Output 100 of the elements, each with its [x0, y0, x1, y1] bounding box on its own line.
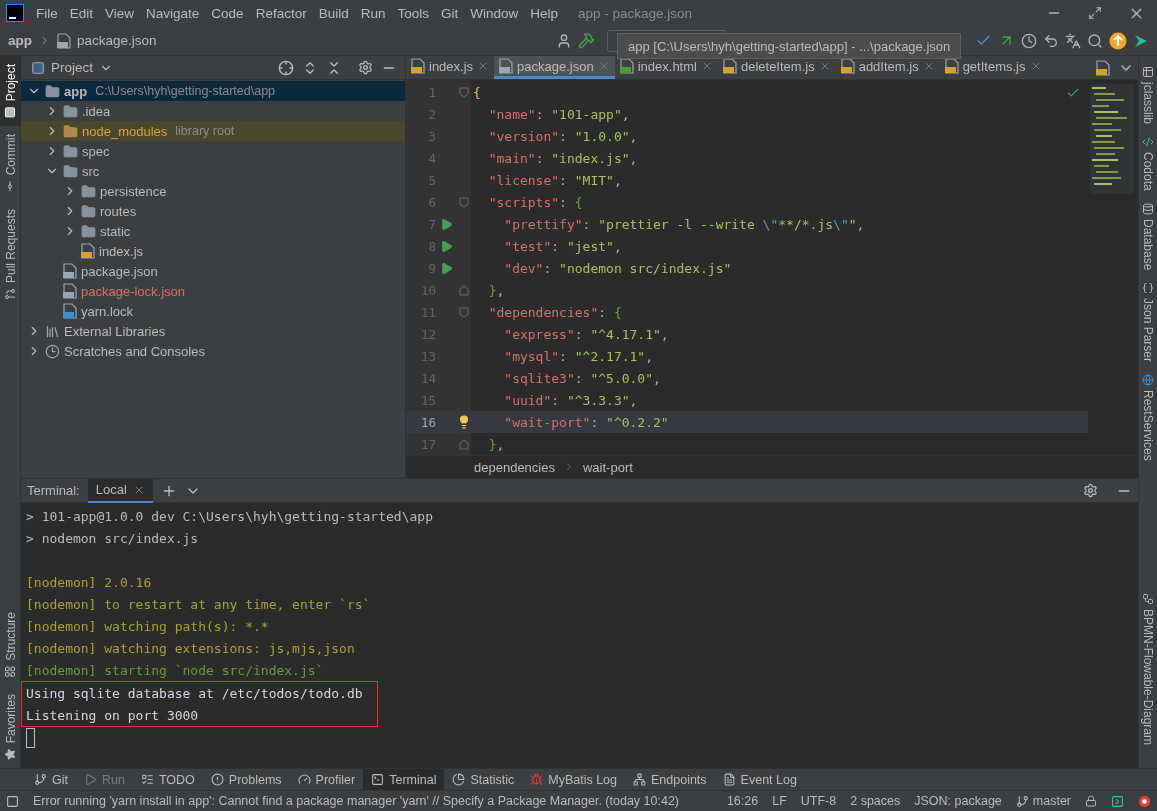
status-item[interactable]: 16:26	[726, 794, 759, 808]
tool-window-button[interactable]: Terminal	[363, 769, 445, 790]
menu-item[interactable]: Window	[464, 5, 525, 21]
menu-item[interactable]: File	[30, 5, 64, 21]
menu-item[interactable]: Tools	[391, 5, 435, 21]
terminal-line: > nodemon src/index.js	[26, 529, 200, 548]
git-branch-widget[interactable]: master	[1015, 794, 1071, 808]
editor-tab[interactable]: deleteItem.js	[717, 56, 836, 79]
tool-window-button[interactable]: Json Parser	[1139, 276, 1157, 369]
editor-tab[interactable]: getItems.js	[939, 56, 1047, 79]
breadcrumb-item[interactable]: dependencies	[474, 459, 555, 475]
terminal-title: Terminal:	[27, 483, 80, 498]
menu-item[interactable]: Edit	[63, 5, 100, 21]
code-line: "express": "^4.17.1",	[503, 326, 669, 342]
tree-label: src	[82, 163, 100, 179]
window-title: app - package.json	[578, 5, 694, 21]
tool-window-button[interactable]: RestServices	[1139, 368, 1157, 467]
editor-tab[interactable]: index.html	[614, 56, 718, 79]
menu-item[interactable]: Build	[312, 5, 355, 21]
menu-item[interactable]: View	[99, 5, 141, 21]
code-line: },	[487, 282, 505, 298]
editor-tab[interactable]: index.js	[406, 56, 495, 79]
tree-row[interactable]: persistence	[21, 181, 405, 201]
menu-item[interactable]: Code	[205, 5, 250, 21]
terminal-line: [nodemon] starting `node src/index.js`	[26, 661, 325, 680]
tree-label: static	[100, 223, 131, 239]
code-line: {	[473, 84, 481, 100]
tree-label: package-lock.json	[81, 283, 186, 299]
tree-label: External Libraries	[64, 323, 166, 339]
tool-window-button[interactable]: Commit	[0, 126, 21, 201]
tool-window-button[interactable]: Database	[1139, 196, 1157, 277]
tree-label: package.json	[81, 263, 158, 279]
tool-window-button[interactable]: Codota	[1139, 130, 1157, 197]
tool-window-button[interactable]: Profiler	[289, 769, 364, 790]
tree-row[interactable]: spec	[21, 141, 405, 161]
status-item[interactable]: LF	[772, 794, 787, 808]
tool-window-button[interactable]: jclasslib	[1139, 60, 1157, 130]
menu-item[interactable]: Navigate	[140, 5, 206, 21]
tool-window-button[interactable]: Project	[0, 56, 21, 127]
tree-row[interactable]: routes	[21, 201, 405, 221]
tree-row[interactable]: node_modules library root	[21, 121, 405, 141]
tool-window-button[interactable]: TODO	[132, 769, 203, 790]
code-line: "uuid": "^3.3.3",	[503, 392, 638, 408]
code-line: "sqlite3": "^5.0.0",	[503, 370, 661, 386]
tool-window-button[interactable]: Endpoints	[625, 769, 715, 790]
tree-row[interactable]: index.js	[21, 241, 405, 261]
breadcrumb-item[interactable]: app	[8, 33, 32, 48]
tree-label: persistence	[100, 183, 167, 199]
tool-window-button[interactable]: Problems	[202, 769, 290, 790]
tool-window-button[interactable]: Favorites	[0, 685, 21, 768]
terminal-tab[interactable]: Local	[87, 478, 153, 503]
tree-row[interactable]: src	[21, 161, 405, 181]
terminal-line: [nodemon] to restart at any time, enter `rs`	[26, 595, 372, 614]
tree-label: node_modules	[82, 123, 168, 139]
editor-tab[interactable]: addItem.js	[835, 56, 940, 79]
tree-label: spec	[82, 143, 110, 159]
breadcrumb-item[interactable]: package.json	[77, 33, 157, 48]
tree-label: routes	[100, 203, 137, 219]
menu-item[interactable]: Help	[524, 5, 565, 21]
terminal-line: Listening on port 3000	[26, 706, 200, 725]
tree-row[interactable]: static	[21, 221, 405, 241]
tree-label: yarn.lock	[81, 303, 134, 319]
status-item[interactable]: JSON: package	[914, 794, 1002, 808]
tool-window-button[interactable]: Statistic	[444, 769, 523, 790]
tooltip: app [C:\Users\hyh\getting-started\app] - ...\package.json	[617, 33, 962, 59]
code-line: "version": "1.0.0",	[487, 128, 638, 144]
editor-tab[interactable]: package.json	[494, 56, 615, 79]
tree-label: .idea	[82, 103, 111, 119]
tree-label: index.js	[99, 243, 144, 259]
tree-row[interactable]: package-lock.json	[21, 281, 405, 301]
tool-window-button[interactable]: MyBatis Log	[522, 769, 625, 790]
terminal-line: [nodemon] watching extensions: js,mjs,json	[26, 639, 356, 658]
status-item[interactable]: 2 spaces	[850, 794, 901, 808]
code-line: "license": "MIT",	[487, 172, 622, 188]
terminal-line: > 101-app@1.0.0 dev C:\Users\hyh\getting-started\app	[26, 507, 434, 526]
tool-window-button[interactable]: Structure	[0, 603, 21, 686]
breadcrumb-item[interactable]: wait-port	[582, 459, 633, 475]
code-line: "dependencies": {	[487, 304, 622, 320]
tree-row[interactable]: Scratches and Consoles	[21, 341, 405, 361]
tool-window-button[interactable]: Event Log	[714, 769, 805, 790]
status-item[interactable]: UTF-8	[800, 794, 837, 808]
code-line: "prettify": "prettier -l --write \"**/*.js\"",	[503, 216, 865, 232]
tree-row[interactable]: package.json	[21, 261, 405, 281]
tool-window-button[interactable]: BPMN-Flowable-Diagram	[1139, 586, 1157, 751]
status-message[interactable]: Error running 'yarn install in app': Cannot find a package manager 'yarn' // Specify a Package Manager. (today 10:42)	[33, 794, 713, 808]
code-line: "main": "index.js",	[487, 150, 638, 166]
tree-row[interactable]: External Libraries	[21, 321, 405, 341]
tool-window-button[interactable]: Pull Requests	[0, 200, 21, 308]
path-note: C:\Users\hyh\getting-started\app	[95, 84, 276, 98]
code-line: "name": "101-app",	[487, 106, 630, 122]
tree-row[interactable]: app C:\Users\hyh\getting-started\app	[21, 81, 405, 101]
tool-window-button[interactable]: Git	[26, 769, 76, 790]
tree-row[interactable]: yarn.lock	[21, 301, 405, 321]
project-view-dropdown[interactable]: Project	[31, 60, 114, 75]
menu-item[interactable]: Run	[354, 5, 392, 21]
terminal-line: Using sqlite database at /etc/todos/todo.db	[26, 684, 364, 703]
menu-item[interactable]: Git	[435, 5, 465, 21]
tree-row[interactable]: .idea	[21, 101, 405, 121]
menu-item[interactable]: Refactor	[249, 5, 313, 21]
terminal-line: [nodemon] 2.0.16	[26, 573, 153, 592]
